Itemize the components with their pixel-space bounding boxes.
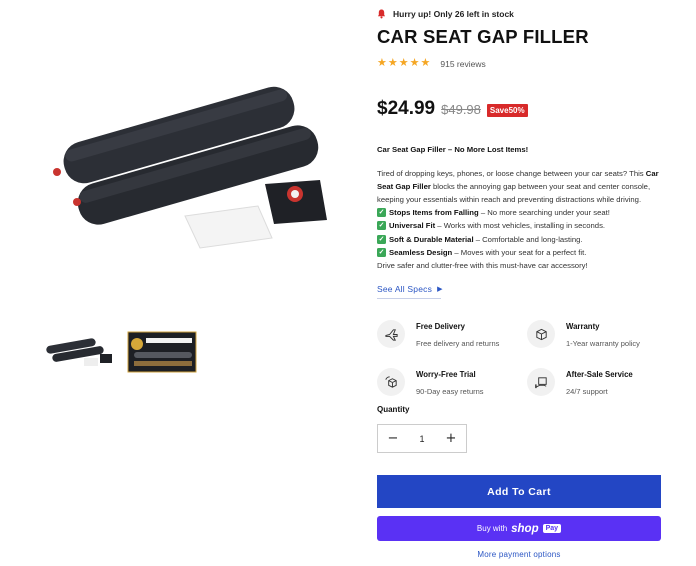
reviews-count[interactable]: 915 reviews xyxy=(440,59,485,69)
feature-item: ✓ Seamless Design – Moves with your seat… xyxy=(377,247,587,257)
perk-subtitle: Free delivery and returns xyxy=(416,339,500,348)
product-main-image[interactable] xyxy=(20,20,360,310)
quantity-increase-button[interactable]: + xyxy=(436,425,466,452)
star-rating: ★ ★ ★ ★ ★ xyxy=(377,58,430,69)
perk-free-delivery: Free Delivery Free delivery and returns xyxy=(377,320,499,348)
shop-pay-button[interactable]: Buy with shop Pay xyxy=(377,516,661,541)
caret-right-icon: ▶ xyxy=(437,286,443,293)
description-heading: Car Seat Gap Filler – No More Lost Items… xyxy=(377,145,529,154)
buy-with-label: Buy with xyxy=(476,524,508,533)
current-price: $24.99 xyxy=(377,98,436,119)
white-pad xyxy=(184,205,273,249)
perk-title: Warranty xyxy=(566,322,600,331)
black-card xyxy=(265,180,327,224)
star-icon: ★ xyxy=(409,57,420,69)
rating[interactable]: ★ ★ ★ ★ ★ 915 reviews xyxy=(377,58,486,69)
shop-logo: shop xyxy=(511,522,539,535)
perk-subtitle: 1-Year warranty policy xyxy=(566,339,640,348)
perk-subtitle: 90-Day easy returns xyxy=(416,387,484,396)
quantity-decrease-button[interactable]: − xyxy=(378,425,408,452)
feature-item: ✓ Soft & Durable Material – Comfortable … xyxy=(377,234,583,244)
quantity-input[interactable] xyxy=(408,433,436,444)
quantity-label: Quantity xyxy=(377,405,410,414)
check-icon: ✓ xyxy=(377,247,386,257)
perk-warranty: Warranty 1-Year warranty policy xyxy=(527,320,640,348)
service-icon xyxy=(527,368,555,396)
check-icon: ✓ xyxy=(377,234,386,244)
bell-icon xyxy=(377,9,386,19)
pay-badge: Pay xyxy=(542,524,562,533)
perk-subtitle: 24/7 support xyxy=(566,387,608,396)
star-icon: ★ xyxy=(377,57,387,69)
thumbnail-product[interactable] xyxy=(44,330,116,374)
star-icon: ★ xyxy=(420,57,431,69)
check-icon: ✓ xyxy=(377,221,386,231)
return-box-icon xyxy=(377,368,405,396)
thumbnail-packaging[interactable] xyxy=(126,330,198,374)
price-row: $24.99 $49.98 Save50% xyxy=(377,98,528,120)
see-all-specs-label: See All Specs xyxy=(377,284,433,294)
feature-item: ✓ Universal Fit – Works with most vehicl… xyxy=(377,221,606,231)
specs-link-underline xyxy=(377,298,441,299)
star-icon: ★ xyxy=(398,57,409,69)
product-title: CAR SEAT GAP FILLER xyxy=(377,26,589,47)
perk-worry-free-trial: Worry-Free Trial 90-Day easy returns xyxy=(377,368,484,396)
description-intro: Tired of dropping keys, phones, or loose… xyxy=(377,169,659,205)
perk-title: Free Delivery xyxy=(416,322,465,331)
compare-price: $49.98 xyxy=(441,101,481,117)
feature-item: ✓ Stops Items from Falling – No more sea… xyxy=(377,208,610,218)
thumbnail-strip xyxy=(44,330,198,374)
quantity-stepper: − + xyxy=(377,424,467,453)
description-outro: Drive safer and clutter-free with this m… xyxy=(377,260,588,270)
see-all-specs-link[interactable]: See All Specs ▶ xyxy=(377,284,443,294)
check-icon: ✓ xyxy=(377,208,386,218)
save-badge: Save50% xyxy=(486,103,528,117)
add-to-cart-button[interactable]: Add To Cart xyxy=(377,475,661,508)
perk-after-sale-service: After-Sale Service 24/7 support xyxy=(527,368,633,396)
box-icon xyxy=(527,320,555,348)
perk-title: Worry-Free Trial xyxy=(416,370,476,379)
plane-icon xyxy=(377,320,405,348)
perk-title: After-Sale Service xyxy=(566,370,633,379)
product-description: Car Seat Gap Filler – No More Lost Items… xyxy=(377,143,661,272)
stock-notice-text: Hurry up! Only 26 left in stock xyxy=(393,9,514,19)
stock-notice: Hurry up! Only 26 left in stock xyxy=(377,9,514,19)
star-icon: ★ xyxy=(387,57,398,69)
more-payment-options-link[interactable]: More payment options xyxy=(377,550,661,559)
